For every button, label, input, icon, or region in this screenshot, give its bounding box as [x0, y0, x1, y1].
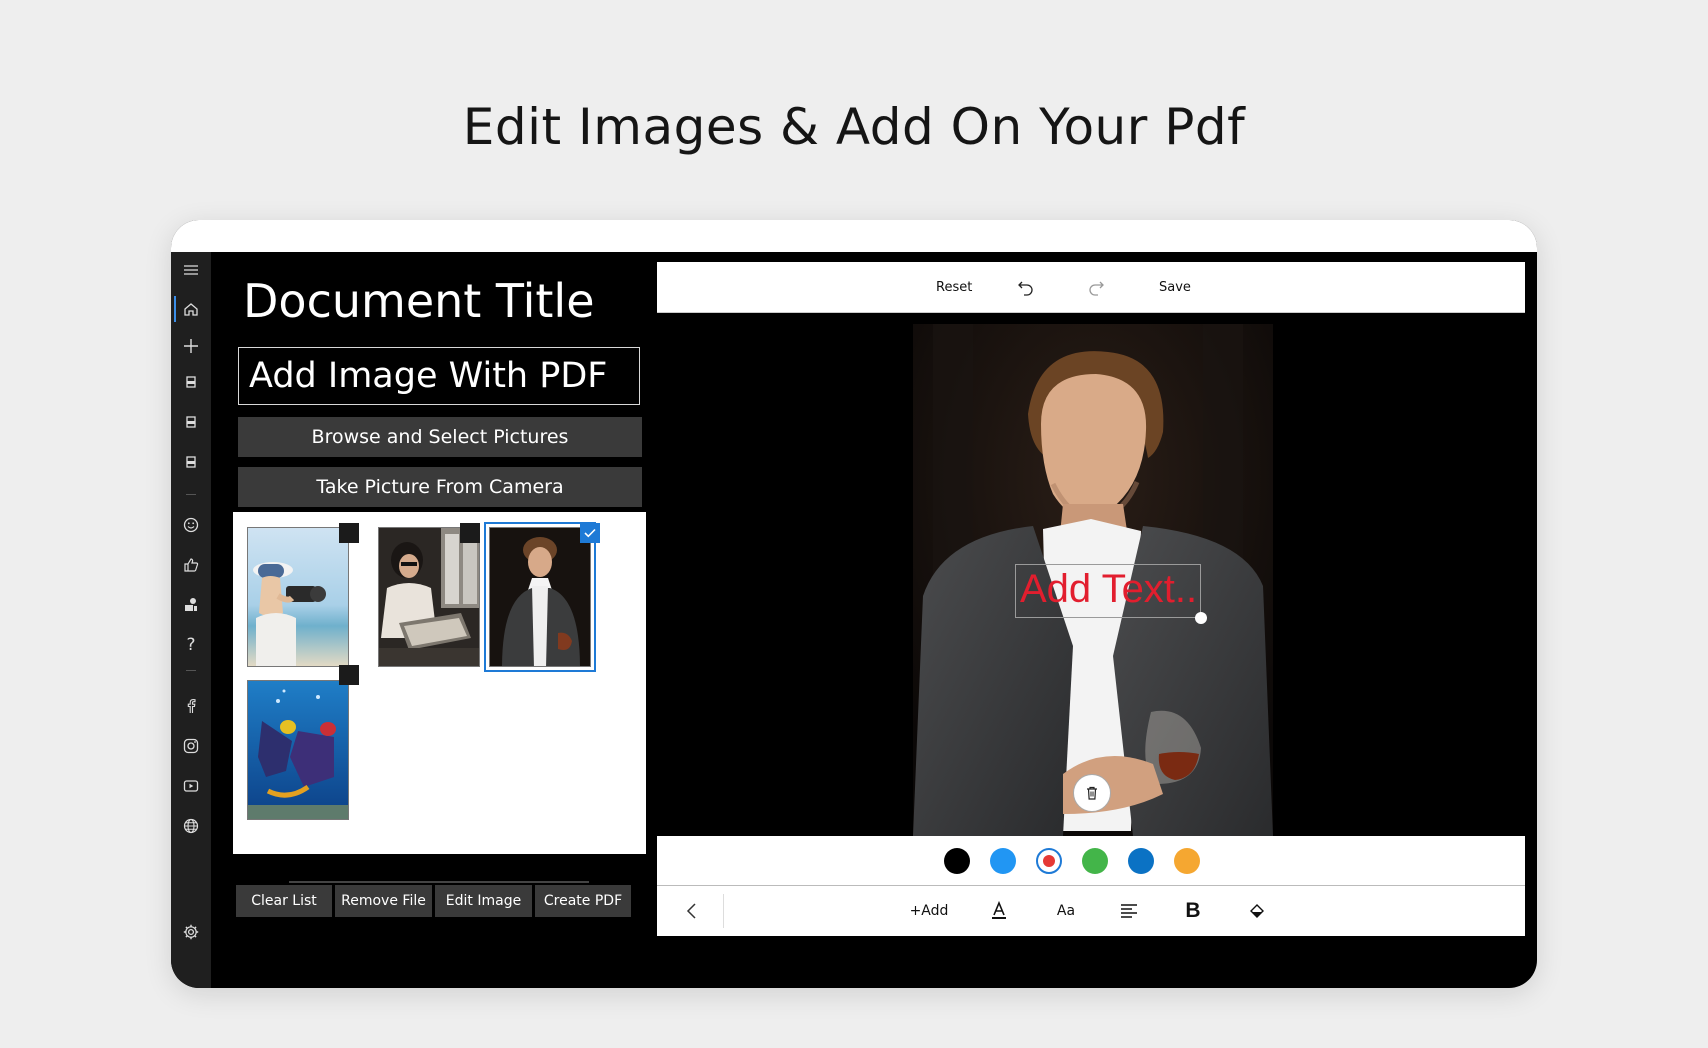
select-checkbox-checked[interactable]: [580, 523, 600, 543]
image-editor: Reset Save Add Text.. +Add Aa B: [657, 262, 1525, 936]
thumbs-up-icon[interactable]: [171, 550, 211, 580]
document-name-input[interactable]: [238, 347, 640, 405]
globe-icon[interactable]: [171, 811, 211, 841]
select-checkbox[interactable]: [339, 523, 359, 543]
plus-icon[interactable]: [171, 331, 211, 361]
action-bar-divider: [289, 881, 589, 883]
photo-woman-reading-book[interactable]: [378, 527, 480, 667]
document-title-heading: Document Title: [243, 274, 595, 328]
settings-icon[interactable]: [171, 917, 211, 947]
checkmark-icon: [584, 528, 596, 538]
youtube-icon[interactable]: [171, 771, 211, 801]
save-button[interactable]: Save: [1159, 262, 1191, 312]
pdf-file-icon[interactable]: [171, 407, 211, 437]
sidebar-divider: [186, 494, 196, 495]
format-toolbar: +Add Aa B: [657, 885, 1525, 936]
fill-color-icon[interactable]: [1246, 886, 1268, 936]
browse-pictures-button[interactable]: Browse and Select Pictures: [238, 417, 642, 457]
color-swatch-dark-blue[interactable]: [1128, 848, 1154, 874]
help-icon[interactable]: ?: [171, 630, 211, 660]
reset-button[interactable]: Reset: [936, 262, 972, 312]
redo-icon[interactable]: [1087, 262, 1105, 312]
photo-scuba-divers[interactable]: [247, 680, 349, 820]
color-palette: [657, 836, 1525, 885]
undo-icon[interactable]: [1017, 262, 1035, 312]
pdf-file-icon[interactable]: [171, 367, 211, 397]
color-swatch-green[interactable]: [1082, 848, 1108, 874]
pdf-file-icon[interactable]: [171, 447, 211, 477]
delete-icon[interactable]: [1073, 774, 1111, 812]
bold-button[interactable]: B: [1182, 886, 1204, 936]
page-headline: Edit Images & Add On Your Pdf: [462, 98, 1246, 156]
app-window: ? Document Title Browse and Select Pictu…: [171, 220, 1537, 988]
window-titlebar: [171, 220, 1537, 252]
text-color-icon[interactable]: [987, 886, 1011, 936]
edit-image-button[interactable]: Edit Image: [435, 885, 532, 917]
smiley-icon[interactable]: [171, 510, 211, 540]
sidebar-divider: [186, 670, 196, 671]
font-size-button[interactable]: Aa: [1051, 886, 1081, 936]
text-overlay[interactable]: Add Text..: [1020, 567, 1197, 612]
align-left-icon[interactable]: [1118, 886, 1140, 936]
photo-woman-camera-beach[interactable]: [247, 527, 349, 667]
color-swatch-orange[interactable]: [1174, 848, 1200, 874]
color-swatch-black[interactable]: [944, 848, 970, 874]
remove-file-button[interactable]: Remove File: [335, 885, 432, 917]
share-apps-icon[interactable]: [171, 590, 211, 620]
resize-handle[interactable]: [1195, 612, 1207, 624]
photo-man-jacket-glass[interactable]: [484, 522, 596, 672]
text-overlay-box[interactable]: Add Text..: [1015, 564, 1201, 618]
color-swatch-blue[interactable]: [990, 848, 1016, 874]
home-icon[interactable]: [171, 294, 211, 324]
facebook-icon[interactable]: [171, 691, 211, 721]
sidebar: ?: [171, 252, 211, 988]
clear-list-button[interactable]: Clear List: [236, 885, 332, 917]
add-text-button[interactable]: +Add: [907, 886, 951, 936]
menu-icon[interactable]: [171, 255, 211, 285]
back-chevron-icon[interactable]: [677, 886, 707, 936]
take-picture-button[interactable]: Take Picture From Camera: [238, 467, 642, 507]
create-pdf-button[interactable]: Create PDF: [535, 885, 631, 917]
select-checkbox[interactable]: [460, 523, 480, 543]
toolbar-divider: [723, 894, 724, 928]
editor-toolbar: Reset Save: [657, 262, 1525, 313]
instagram-icon[interactable]: [171, 731, 211, 761]
image-gallery: [233, 512, 646, 854]
select-checkbox[interactable]: [339, 665, 359, 685]
selected-color-dot: [1043, 855, 1055, 867]
color-swatch-red-selected[interactable]: [1036, 848, 1062, 874]
